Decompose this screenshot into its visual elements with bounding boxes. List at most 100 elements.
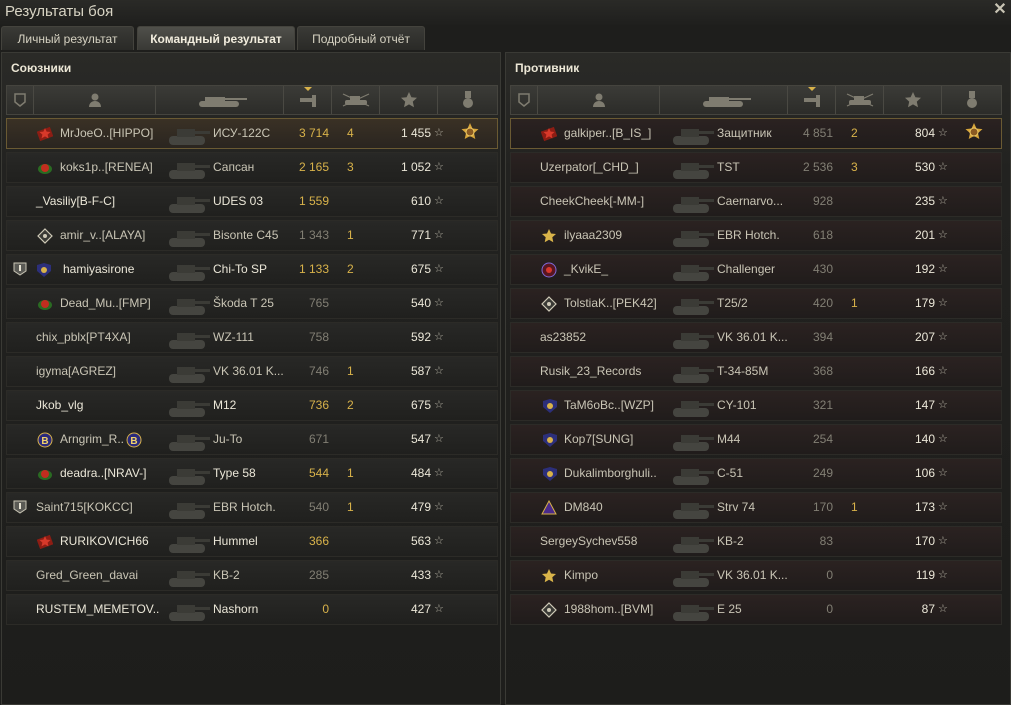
tab-personal[interactable]: Личный результат	[1, 26, 134, 50]
damage-value: 394	[812, 330, 833, 344]
kills-value: 2	[347, 398, 354, 412]
player-icon[interactable]	[34, 86, 156, 114]
player-row[interactable]: Rusik_23_Records T-34-85M 368 166 ☆	[510, 356, 1002, 387]
medal-icon[interactable]	[459, 122, 481, 144]
damage-value: 0	[322, 602, 329, 616]
player-name[interactable]: _KvikE_	[564, 255, 608, 284]
player-row[interactable]: TaM6oBc..[WZP] CY-101 321 147 ☆	[510, 390, 1002, 421]
kills-value	[347, 561, 361, 590]
player-row[interactable]: hamiyasirone Chi-To SP 1 133 2 675 ☆	[6, 254, 498, 285]
medal-icon[interactable]	[963, 122, 985, 144]
player-name[interactable]: TaM6oBc..[WZP]	[564, 391, 654, 420]
kills-icon[interactable]	[836, 86, 884, 114]
player-name[interactable]: _Vasiliy[B-F-C]	[36, 187, 115, 216]
tank-name: Strv 74	[717, 500, 756, 514]
star-icon[interactable]	[380, 86, 438, 114]
player-row[interactable]: Kimpo VK 36.01 K... 0 119 ☆	[510, 560, 1002, 591]
damage-icon[interactable]	[284, 86, 332, 114]
platoon-icon[interactable]	[511, 86, 538, 114]
player-name[interactable]: as23852	[540, 323, 586, 352]
damage-value: 170	[812, 500, 833, 514]
kills-value	[347, 289, 361, 318]
player-name[interactable]: Jkob_vlg	[36, 391, 83, 420]
player-name[interactable]: Uzerpator[_CHD_]	[540, 153, 639, 182]
player-name[interactable]: Arngrim_R..	[60, 425, 124, 454]
player-name[interactable]: hamiyasirone	[63, 255, 134, 284]
sort-indicator-icon	[303, 87, 312, 91]
player-row[interactable]: Kop7[SUNG] M44 254 140 ☆	[510, 424, 1002, 455]
medal-icon[interactable]	[942, 86, 1001, 114]
player-name[interactable]: CheekCheek[-MM-]	[540, 187, 644, 216]
player-name[interactable]: galkiper..[B_IS_]	[564, 119, 651, 148]
player-name[interactable]: Rusik_23_Records	[540, 357, 641, 386]
player-name[interactable]: RUSTEM_MEMETOV..	[36, 595, 159, 624]
kills-value	[851, 357, 865, 386]
player-row[interactable]: _Vasiliy[B-F-C] UDES 03 1 559 610 ☆	[6, 186, 498, 217]
player-row[interactable]: deadra..[NRAV-] Type 58 544 1 484 ☆	[6, 458, 498, 489]
player-name[interactable]: Dukalimborghuli..	[564, 459, 657, 488]
allies-header	[6, 85, 498, 115]
player-name[interactable]: ilyaaa2309	[564, 221, 622, 250]
damage-icon[interactable]	[788, 86, 836, 114]
player-row[interactable]: _KvikE_ Challenger 430 192 ☆	[510, 254, 1002, 285]
tab-detailed[interactable]: Подробный отчёт	[297, 26, 425, 50]
xp-star-icon: ☆	[938, 365, 948, 377]
tab-team[interactable]: Командный результат	[137, 26, 295, 50]
player-row[interactable]: MrJoeO..[HIPPO] ИСУ-122С 3 714 4 1 455 ☆	[6, 118, 498, 149]
close-icon[interactable]: ✕	[992, 0, 1008, 20]
player-name[interactable]: koks1p..[RENEA]	[60, 153, 153, 182]
player-row[interactable]: DM840 Strv 74 170 1 173 ☆	[510, 492, 1002, 523]
player-row[interactable]: Dukalimborghuli.. C-51 249 106 ☆	[510, 458, 1002, 489]
enemies-header	[510, 85, 1002, 115]
player-row[interactable]: amir_v..[ALAYA] Bisonte C45 1 343 1 771 ☆	[6, 220, 498, 251]
tank-image-icon	[167, 155, 211, 181]
player-name[interactable]: Saint715[KOKCC]	[36, 493, 133, 522]
player-row[interactable]: Uzerpator[_CHD_] TST 2 536 3 530 ☆	[510, 152, 1002, 183]
player-row[interactable]: Dead_Mu..[FMP] Škoda T 25 765 540 ☆	[6, 288, 498, 319]
player-name[interactable]: Kop7[SUNG]	[564, 425, 633, 454]
player-row[interactable]: CheekCheek[-MM-] Caernarvo... 928 235 ☆	[510, 186, 1002, 217]
player-row[interactable]: RUSTEM_MEMETOV.. Nashorn 0 427 ☆	[6, 594, 498, 625]
xp-value: 804	[914, 126, 935, 140]
player-row[interactable]: as23852 VK 36.01 K... 394 207 ☆	[510, 322, 1002, 353]
player-row[interactable]: TolstiaK..[PEK42] T25/2 420 1 179 ☆	[510, 288, 1002, 319]
player-name[interactable]: DM840	[564, 493, 603, 522]
player-row[interactable]: B Arngrim_R.. B Ju-To 671 547 ☆	[6, 424, 498, 455]
player-row[interactable]: RURIKOVICH66 Hummel 366 563 ☆	[6, 526, 498, 557]
player-name[interactable]: TolstiaK..[PEK42]	[564, 289, 657, 318]
player-row[interactable]: SergeySychev558 KB-2 83 170 ☆	[510, 526, 1002, 557]
player-name[interactable]: MrJoeO..[HIPPO]	[60, 119, 153, 148]
red-star-badge-icon	[36, 534, 54, 550]
player-name[interactable]: Kimpo	[564, 561, 598, 590]
player-name[interactable]: deadra..[NRAV-]	[60, 459, 146, 488]
kills-icon[interactable]	[332, 86, 380, 114]
platoon-icon[interactable]	[7, 86, 34, 114]
tank-name: Hummel	[213, 534, 258, 548]
tank-image-icon	[671, 427, 715, 453]
player-row[interactable]: galkiper..[B_IS_] Защитник 4 851 2 804 ☆	[510, 118, 1002, 149]
player-name[interactable]: igyma[AGREZ]	[36, 357, 116, 386]
tank-icon[interactable]	[660, 86, 788, 114]
player-name[interactable]: Gred_Green_davai	[36, 561, 138, 590]
player-name[interactable]: Dead_Mu..[FMP]	[60, 289, 151, 318]
player-row[interactable]: ilyaaa2309 EBR Hotch. 618 201 ☆	[510, 220, 1002, 251]
medal-icon[interactable]	[438, 86, 497, 114]
tank-icon[interactable]	[156, 86, 284, 114]
player-icon[interactable]	[538, 86, 660, 114]
player-row[interactable]: koks1p..[RENEA] Сапсан 2 165 3 1 052 ☆	[6, 152, 498, 183]
xp-star-icon: ☆	[434, 569, 444, 581]
player-name[interactable]: SergeySychev558	[540, 527, 637, 556]
player-name[interactable]: RURIKOVICH66	[60, 527, 149, 556]
tank-name: T-34-85M	[717, 364, 769, 378]
player-name[interactable]: amir_v..[ALAYA]	[60, 221, 145, 250]
player-row[interactable]: Gred_Green_davai KB-2 285 433 ☆	[6, 560, 498, 591]
player-name[interactable]: 1988hom..[BVM]	[564, 595, 653, 624]
star-icon[interactable]	[884, 86, 942, 114]
player-row[interactable]: Jkob_vlg M12 736 2 675 ☆	[6, 390, 498, 421]
player-row[interactable]: 1988hom..[BVM] E 25 0 87 ☆	[510, 594, 1002, 625]
player-name[interactable]: chix_pblx[PT4XA]	[36, 323, 131, 352]
player-row[interactable]: igyma[AGREZ] VK 36.01 K... 746 1 587 ☆	[6, 356, 498, 387]
player-row[interactable]: chix_pblx[PT4XA] WZ-111 758 592 ☆	[6, 322, 498, 353]
tank-image-icon	[167, 597, 211, 623]
player-row[interactable]: Saint715[KOKCC] EBR Hotch. 540 1 479 ☆	[6, 492, 498, 523]
